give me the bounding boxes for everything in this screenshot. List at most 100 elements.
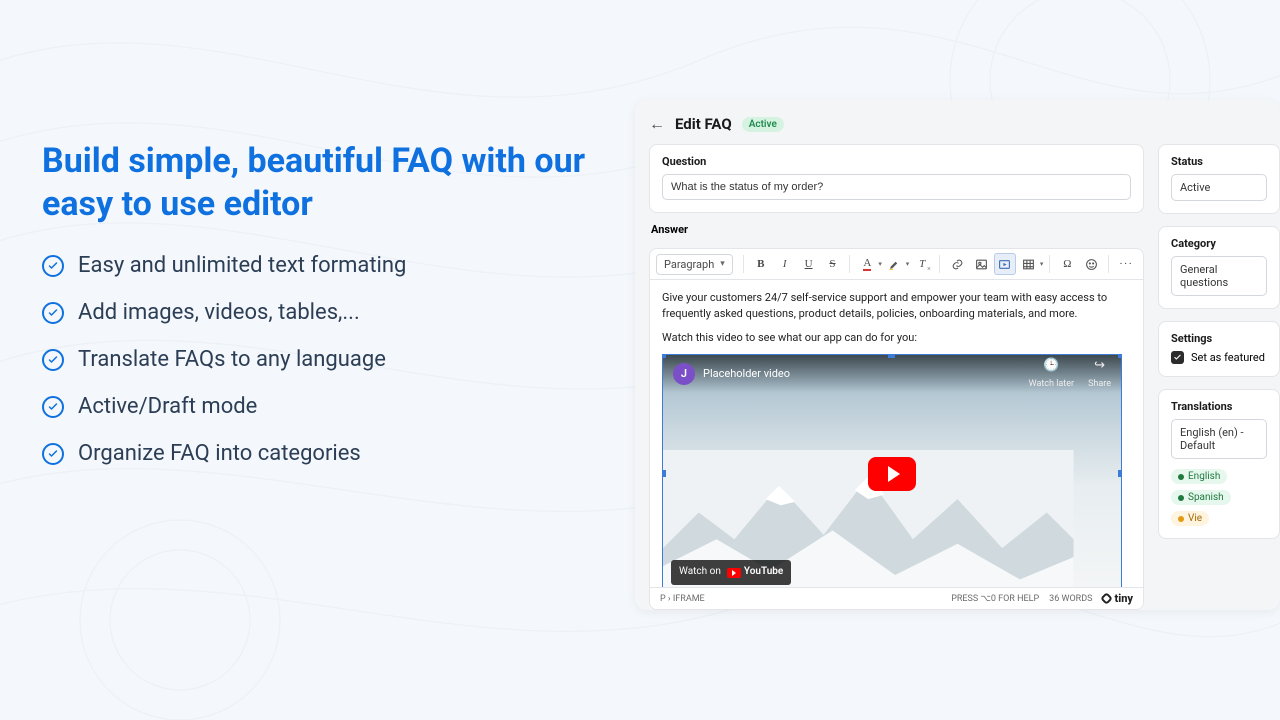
feature-text: Organize FAQ into categories	[78, 441, 361, 466]
block-style-select[interactable]: Paragraph ▾	[656, 254, 733, 275]
italic-button[interactable]: I	[774, 253, 796, 275]
video-title: Placeholder video	[703, 366, 1021, 382]
translations-label: Translations	[1171, 400, 1267, 413]
toolbar-separator	[1049, 255, 1050, 273]
status-label: Status	[1171, 155, 1267, 168]
featured-label: Set as featured	[1191, 351, 1265, 364]
feature-list: Easy and unlimited text formating Add im…	[42, 253, 602, 466]
tiny-brand[interactable]: tiny	[1102, 592, 1133, 605]
status-select[interactable]: Active	[1171, 174, 1267, 201]
main-column: Question Answer Paragraph ▾ B I U S A▾	[649, 144, 1144, 610]
play-button[interactable]	[868, 457, 916, 491]
language-tag[interactable]: Spanish	[1171, 490, 1231, 505]
check-icon	[42, 396, 64, 418]
check-icon	[42, 349, 64, 371]
category-label: Category	[1171, 237, 1267, 250]
category-select[interactable]: General questions	[1171, 256, 1267, 296]
emoji-button[interactable]	[1080, 253, 1102, 275]
bold-button[interactable]: B	[750, 253, 772, 275]
back-arrow-icon[interactable]: ←	[649, 114, 665, 134]
resize-handle[interactable]	[1118, 354, 1122, 358]
answer-paragraph: Watch this video to see what our app can…	[662, 330, 1131, 346]
toolbar-separator	[1108, 255, 1109, 273]
question-label: Question	[662, 155, 1131, 168]
language-tag[interactable]: English	[1171, 469, 1227, 484]
resize-handle[interactable]	[888, 354, 895, 358]
status-value: Active	[1180, 181, 1210, 194]
editor-toolbar: Paragraph ▾ B I U S A▾ ▾ T× ▾	[650, 249, 1143, 280]
chevron-down-icon[interactable]: ▾	[878, 260, 882, 268]
feature-text: Translate FAQs to any language	[78, 347, 386, 372]
channel-avatar[interactable]: J	[673, 363, 695, 385]
clock-icon: 🕒	[1043, 357, 1059, 376]
status-card: Status Active	[1158, 144, 1280, 214]
window-header: ← Edit FAQ Active	[649, 114, 1280, 134]
status-dot-icon	[1178, 495, 1184, 501]
path-p[interactable]: P	[660, 594, 666, 604]
video-embed[interactable]: J Placeholder video 🕒Watch later ↪Share …	[662, 354, 1122, 587]
feature-item: Active/Draft mode	[42, 394, 602, 419]
help-hint: PRESS ⌥0 FOR HELP	[951, 594, 1039, 604]
feature-text: Add images, videos, tables,...	[78, 300, 360, 325]
highlight-button[interactable]	[884, 253, 906, 275]
checkbox-checked-icon	[1171, 351, 1184, 364]
editor-body[interactable]: Give your customers 24/7 self-service su…	[650, 280, 1143, 587]
tiny-logo-icon	[1101, 592, 1114, 605]
element-path: P › IFRAME	[660, 594, 705, 604]
block-style-value: Paragraph	[664, 258, 714, 271]
table-button[interactable]	[1018, 253, 1040, 275]
marketing-panel: Build simple, beautiful FAQ with our eas…	[42, 140, 602, 488]
share-button[interactable]: ↪Share	[1088, 357, 1111, 391]
answer-label: Answer	[651, 223, 1144, 236]
video-top-bar: J Placeholder video 🕒Watch later ↪Share	[663, 355, 1121, 393]
feature-item: Organize FAQ into categories	[42, 441, 602, 466]
media-button[interactable]	[994, 253, 1016, 275]
toolbar-separator	[743, 255, 744, 273]
featured-checkbox-row[interactable]: Set as featured	[1171, 351, 1267, 364]
text-color-button[interactable]: A	[856, 253, 878, 275]
feature-text: Active/Draft mode	[78, 394, 257, 419]
resize-handle[interactable]	[662, 354, 666, 358]
question-card: Question	[649, 144, 1144, 213]
strikethrough-button[interactable]: S	[822, 253, 844, 275]
underline-button[interactable]: U	[798, 253, 820, 275]
path-iframe[interactable]: IFRAME	[673, 594, 705, 604]
side-column: Status Active Category General questions…	[1158, 144, 1280, 610]
settings-card: Settings Set as featured	[1158, 321, 1280, 377]
check-icon	[42, 302, 64, 324]
clear-format-button[interactable]: T×	[911, 253, 933, 275]
image-button[interactable]	[970, 253, 992, 275]
page-title: Edit FAQ	[675, 115, 732, 133]
watch-on-label: Watch on	[679, 565, 721, 580]
status-badge: Active	[742, 117, 784, 132]
toolbar-separator	[849, 255, 850, 273]
resize-handle[interactable]	[662, 470, 666, 477]
word-count: 36 WORDS	[1049, 594, 1092, 604]
chevron-down-icon: ▾	[720, 259, 725, 269]
editor-footer: P › IFRAME PRESS ⌥0 FOR HELP 36 WORDS ti…	[650, 587, 1143, 609]
category-value: General questions	[1180, 263, 1258, 289]
link-button[interactable]	[946, 253, 968, 275]
watch-on-youtube[interactable]: Watch on YouTube	[671, 560, 791, 585]
feature-text: Easy and unlimited text formating	[78, 253, 406, 278]
feature-item: Easy and unlimited text formating	[42, 253, 602, 278]
chevron-down-icon[interactable]: ▾	[906, 260, 910, 268]
more-button[interactable]: ···	[1115, 253, 1137, 275]
chevron-down-icon[interactable]: ▾	[1040, 260, 1044, 268]
resize-handle[interactable]	[1118, 470, 1122, 477]
feature-item: Translate FAQs to any language	[42, 347, 602, 372]
check-icon	[42, 255, 64, 277]
special-char-button[interactable]: Ω	[1056, 253, 1078, 275]
watch-later-button[interactable]: 🕒Watch later	[1029, 357, 1074, 391]
language-tag[interactable]: Vie	[1171, 511, 1209, 526]
category-card: Category General questions	[1158, 226, 1280, 309]
translations-card: Translations English (en) - Default Engl…	[1158, 389, 1280, 539]
settings-label: Settings	[1171, 332, 1267, 345]
question-input[interactable]	[662, 174, 1131, 200]
status-dot-icon	[1178, 516, 1184, 522]
language-select[interactable]: English (en) - Default	[1171, 419, 1267, 459]
language-tags: English Spanish Vie	[1171, 463, 1267, 526]
answer-paragraph: Give your customers 24/7 self-service su…	[662, 290, 1131, 322]
editor-card: Paragraph ▾ B I U S A▾ ▾ T× ▾	[649, 248, 1144, 610]
feature-item: Add images, videos, tables,...	[42, 300, 602, 325]
